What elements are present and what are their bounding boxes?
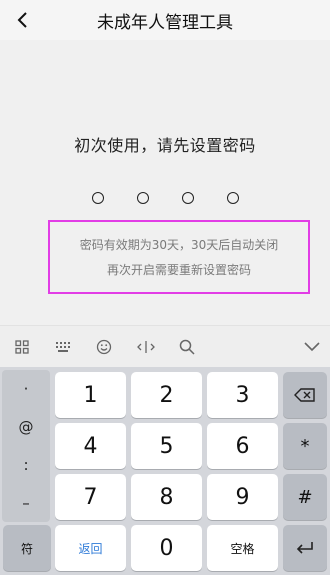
backspace-icon (294, 388, 315, 402)
key-1[interactable]: 1 (55, 372, 126, 418)
password-setup-area: 初次使用，请先设置密码 密码有效期为30天，30天后自动关闭 再次开启需要重新设… (0, 40, 330, 325)
back-key[interactable]: 返回 (55, 525, 126, 571)
enter-icon (296, 542, 313, 554)
key-3[interactable]: 3 (207, 372, 278, 418)
symbol-column: · @ : – (2, 370, 50, 522)
app-header: 未成年人管理工具 (0, 0, 330, 40)
notice-line-2: 再次开启需要重新设置密码 (106, 263, 251, 277)
key-2[interactable]: 2 (131, 372, 202, 418)
key-6[interactable]: 6 (207, 423, 278, 469)
symbol-switch-key[interactable]: 符 (3, 525, 51, 571)
key-7[interactable]: 7 (55, 474, 126, 520)
pin-dot (136, 192, 149, 204)
page-title: 未成年人管理工具 (97, 13, 233, 33)
keyboard-toolbar (0, 325, 330, 368)
key-9[interactable]: 9 (207, 474, 278, 520)
cursor-move-icon[interactable] (136, 337, 156, 357)
hash-key[interactable]: # (283, 474, 327, 520)
keyboard-layout-icon[interactable] (53, 337, 73, 357)
pin-dot (181, 192, 194, 204)
symbol-key[interactable]: · (2, 370, 50, 408)
grid-icon[interactable] (12, 337, 32, 357)
pin-dots[interactable] (0, 192, 330, 204)
collapse-keyboard-icon[interactable] (302, 337, 322, 357)
search-icon[interactable] (177, 337, 197, 357)
symbol-key[interactable]: @ (2, 408, 50, 446)
enter-key[interactable] (283, 525, 327, 571)
space-key[interactable]: 空格 (207, 525, 278, 571)
symbol-key[interactable]: – (2, 484, 50, 522)
key-8[interactable]: 8 (131, 474, 202, 520)
star-key[interactable]: * (283, 423, 327, 469)
emoji-icon[interactable] (94, 337, 114, 357)
pin-dot (226, 192, 239, 204)
key-0[interactable]: 0 (131, 525, 202, 571)
key-4[interactable]: 4 (55, 423, 126, 469)
numeric-keyboard: · @ : – 1 2 3 4 5 6 * 7 8 9 # 符 返回 0 空格 (0, 367, 330, 575)
setup-prompt: 初次使用，请先设置密码 (74, 136, 256, 155)
pin-dot (91, 192, 104, 204)
symbol-key[interactable]: : (2, 446, 50, 484)
delete-key[interactable] (283, 372, 327, 418)
validity-notice: 密码有效期为30天，30天后自动关闭 再次开启需要重新设置密码 (48, 220, 310, 294)
notice-line-1: 密码有效期为30天，30天后自动关闭 (79, 238, 279, 252)
key-5[interactable]: 5 (131, 423, 202, 469)
